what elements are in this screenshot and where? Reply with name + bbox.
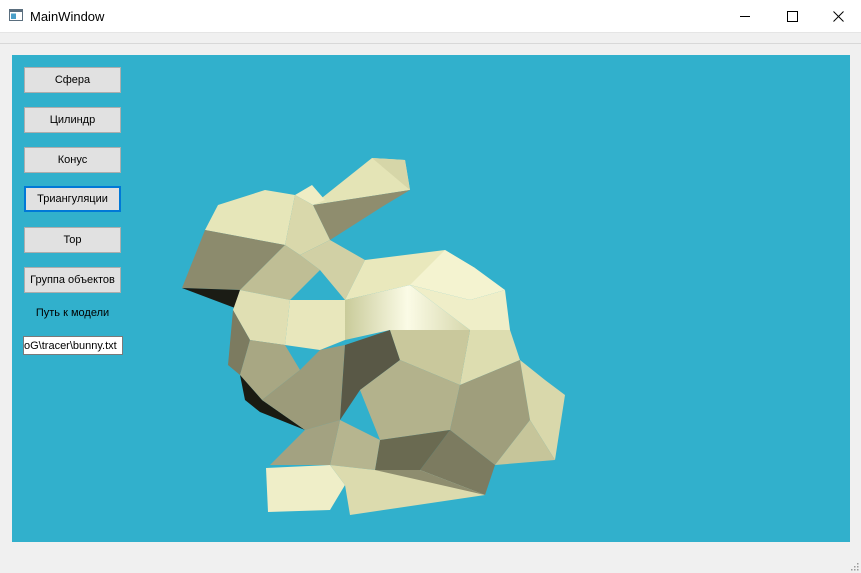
model-path-input[interactable] bbox=[23, 336, 123, 355]
sphere-button[interactable]: Сфера bbox=[24, 67, 121, 93]
mesh-face bbox=[266, 465, 345, 512]
model-path-label: Путь к модели bbox=[35, 307, 110, 319]
close-button[interactable] bbox=[815, 0, 861, 32]
title-bar: MainWindow bbox=[0, 0, 861, 33]
close-icon bbox=[832, 10, 844, 22]
app-window-icon bbox=[9, 9, 23, 21]
cylinder-button[interactable]: Цилиндр bbox=[24, 107, 121, 133]
object-group-button[interactable]: Группа объектов bbox=[24, 267, 121, 293]
mesh-face bbox=[182, 288, 240, 308]
maximize-button[interactable] bbox=[769, 0, 815, 32]
window-title: MainWindow bbox=[30, 9, 105, 24]
cone-button[interactable]: Конус bbox=[24, 147, 121, 173]
triangulation-button[interactable]: Триангуляции bbox=[24, 186, 121, 212]
maximize-icon bbox=[786, 10, 798, 22]
minimize-button[interactable] bbox=[722, 0, 768, 32]
torus-button[interactable]: Тор bbox=[24, 227, 121, 253]
resize-grip-icon[interactable] bbox=[849, 561, 859, 571]
bunny-model bbox=[182, 158, 565, 515]
menu-bar bbox=[0, 33, 861, 44]
mesh-face bbox=[285, 300, 345, 350]
render-viewport[interactable] bbox=[12, 55, 850, 542]
minimize-icon bbox=[739, 15, 750, 17]
